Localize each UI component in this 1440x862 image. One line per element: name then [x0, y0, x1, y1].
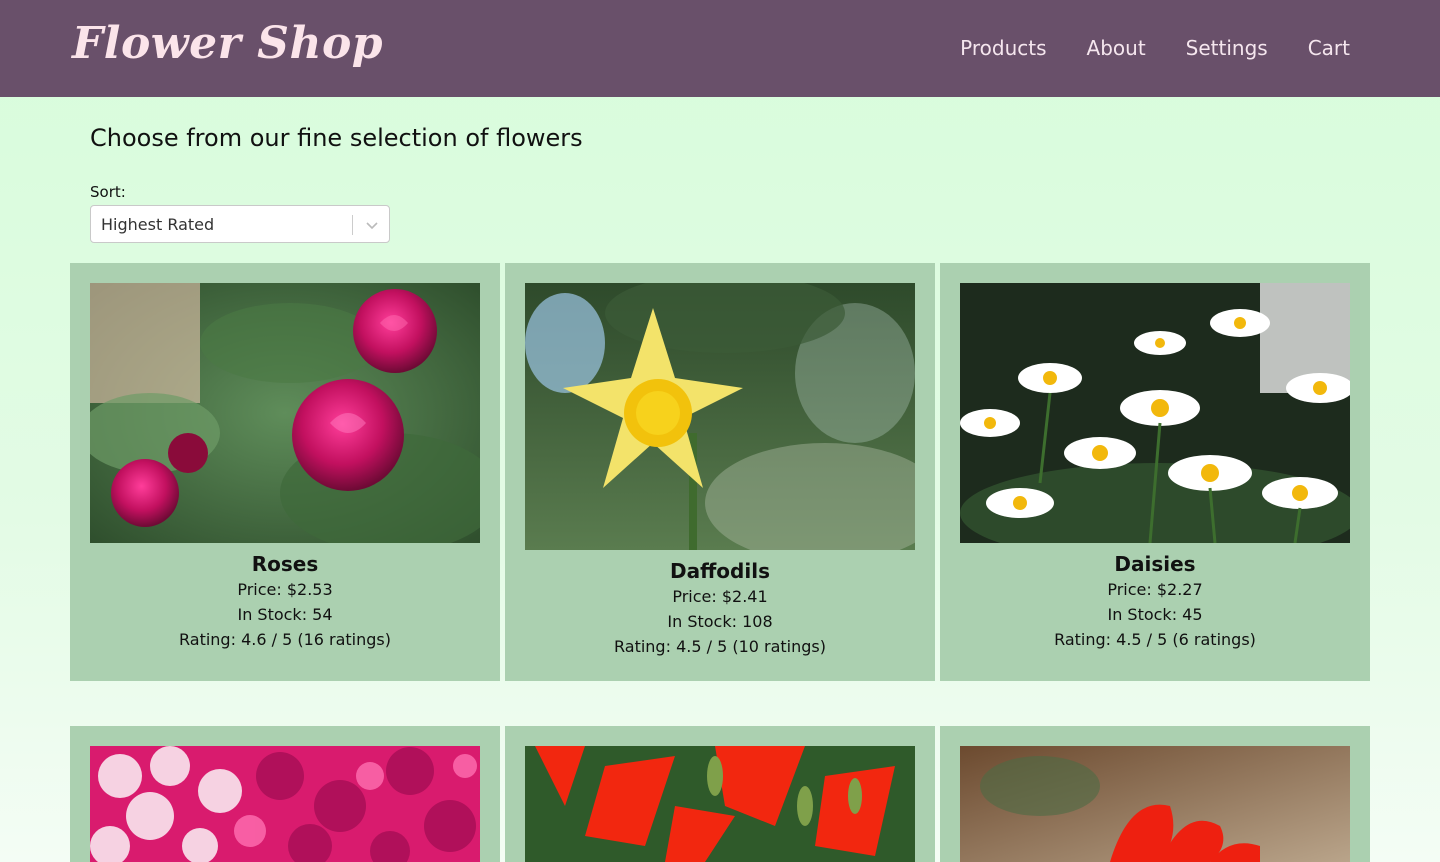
sort-label: Sort:	[90, 183, 126, 201]
product-card-tulips[interactable]	[940, 726, 1370, 862]
brand-logo[interactable]: Flower Shop	[72, 18, 383, 69]
sort-select[interactable]: Highest Rated	[90, 205, 390, 243]
product-card-lilies[interactable]	[505, 726, 935, 862]
product-rating: Rating: 4.5 / 5 (10 ratings)	[614, 637, 826, 656]
nav-about[interactable]: About	[1087, 36, 1146, 60]
product-card-carnations[interactable]	[70, 726, 500, 862]
product-name: Daffodils	[670, 559, 770, 583]
nav-links: Products About Settings Cart	[960, 36, 1350, 60]
carnations-photo[interactable]	[90, 746, 480, 862]
product-name: Roses	[251, 552, 319, 576]
nav-cart[interactable]: Cart	[1308, 36, 1350, 60]
tulips-photo[interactable]	[960, 746, 1350, 862]
nav-settings[interactable]: Settings	[1186, 36, 1268, 60]
product-stock: In Stock: 45	[1107, 605, 1203, 624]
lilies-photo[interactable]	[525, 746, 915, 862]
nav-products[interactable]: Products	[960, 36, 1046, 60]
product-price: Price: $2.53	[237, 580, 333, 599]
sort-separator	[352, 215, 353, 235]
product-price: Price: $2.41	[672, 587, 768, 606]
product-card-roses[interactable]: Roses Price: $2.53 In Stock: 54 Rating: …	[70, 263, 500, 681]
product-stock: In Stock: 108	[667, 612, 773, 631]
product-price: Price: $2.27	[1107, 580, 1203, 599]
product-card-daffodils[interactable]: Daffodils Price: $2.41 In Stock: 108 Rat…	[505, 263, 935, 681]
product-info: Roses Price: $2.53 In Stock: 54 Rating: …	[70, 551, 500, 652]
top-navbar: Flower Shop Products About Settings Cart	[0, 0, 1440, 97]
product-info: Daffodils Price: $2.41 In Stock: 108 Rat…	[505, 558, 935, 659]
roses-photo[interactable]	[90, 283, 480, 543]
product-info: Daisies Price: $2.27 In Stock: 45 Rating…	[940, 551, 1370, 652]
daisies-photo[interactable]	[960, 283, 1350, 543]
product-card-daisies[interactable]: Daisies Price: $2.27 In Stock: 45 Rating…	[940, 263, 1370, 681]
sort-selected-value: Highest Rated	[101, 215, 215, 234]
chevron-down-icon[interactable]	[364, 217, 380, 233]
daffodils-photo[interactable]	[525, 283, 915, 550]
product-stock: In Stock: 54	[237, 605, 333, 624]
page-headline: Choose from our fine selection of flower…	[90, 124, 583, 152]
product-name: Daisies	[1114, 552, 1196, 576]
product-rating: Rating: 4.5 / 5 (6 ratings)	[1054, 630, 1256, 649]
product-rating: Rating: 4.6 / 5 (16 ratings)	[179, 630, 391, 649]
